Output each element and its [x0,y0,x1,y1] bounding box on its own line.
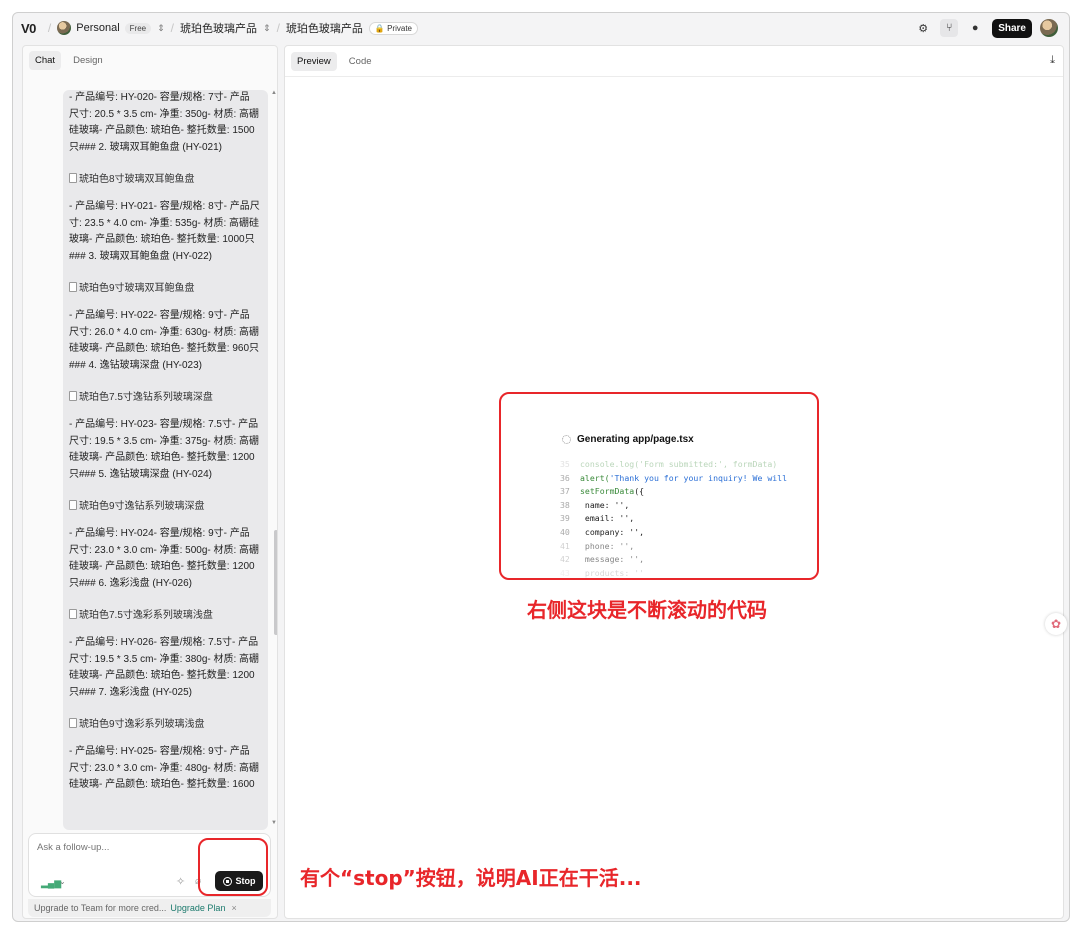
tab-design[interactable]: Design [67,51,109,70]
message-line: 只### 2. 玻璃双耳鲍鱼盘 (HY-021) [69,141,223,153]
floating-helper-icon[interactable]: ✿ [1045,613,1067,635]
broken-image: 琥珀色7.5寸逸钻系列玻璃深盘 [69,388,262,403]
plan-badge: Free [124,22,152,34]
image-alt-text: 琥珀色7.5寸逸钻系列玻璃深盘 [79,392,213,403]
message-line: ### 3. 玻璃双耳鲍鱼盘 (HY-022) [69,250,213,262]
chat-scroll-area[interactable]: - 产品编号: HY-020- 容量/规格: 7寸- 产品 尺寸: 20.5 * … [23,90,277,830]
message-line: 尺寸: 19.5 * 3.5 cm- 净重: 375g- 材质: 高硼 [69,435,260,447]
gear-icon[interactable]: ⚙ [914,19,932,37]
annotation-stop-note: 有个“stop”按钮，说明AI正在干活... [300,866,642,890]
fork-icon[interactable]: ⑂ [940,19,959,37]
message-line: 尺寸: 20.5 * 3.5 cm- 净重: 350g- 材质: 高硼 [69,108,260,120]
right-tabs: Preview Code [285,46,1063,77]
message-paragraph: - 产品编号: HY-026- 容量/规格: 7.5寸- 产品 尺寸: 19.5 … [69,635,262,701]
message-line: ### 4. 逸钻玻璃深盘 (HY-023) [69,359,203,371]
project-name: 琥珀色玻璃产品 [180,23,258,35]
upgrade-plan-link[interactable]: Upgrade Plan [170,903,225,913]
download-icon[interactable]: ⤓ [1050,54,1055,67]
image-alt-text: 琥珀色9寸逸彩系列玻璃浅盘 [79,719,205,730]
visibility-label: Private [387,23,412,33]
message-line: 只### 6. 逸彩浅盘 (HY-026) [69,577,193,589]
scrollbar-thumb[interactable] [274,530,277,635]
broken-image: 琥珀色8寸玻璃双耳鲍鱼盘 [69,170,262,185]
project-switcher[interactable]: 琥珀色玻璃产品 ⇕ [180,20,271,36]
share-button[interactable]: Share [992,18,1032,38]
image-alt-text: 琥珀色9寸逸钻系列玻璃深盘 [79,501,205,512]
chat-title[interactable]: 琥珀色玻璃产品 [286,20,363,36]
close-icon[interactable]: × [231,903,236,913]
message-line: 硅玻璃- 产品颜色: 琥珀色- 整托数量: 1200 [69,452,255,463]
broken-image-icon [69,390,77,401]
broken-image: 琥珀色9寸逸彩系列玻璃浅盘 [69,715,262,730]
image-alt-text: 琥珀色9寸玻璃双耳鲍鱼盘 [79,283,195,294]
v0-logo[interactable]: V0 [21,21,36,36]
broken-image-icon [69,608,77,619]
message-paragraph: - 产品编号: HY-021- 容量/规格: 8寸- 产品尺 寸: 23.5 * … [69,199,262,265]
message-line: 尺寸: 19.5 * 3.5 cm- 净重: 380g- 材质: 高硼 [69,653,260,665]
sparkle-icon[interactable]: ✧ [176,875,185,888]
message-line: 只### 7. 逸彩浅盘 (HY-025) [69,686,193,698]
message-line: 尺寸: 23.0 * 3.0 cm- 净重: 500g- 材质: 高硼 [69,544,260,556]
tab-code[interactable]: Code [343,52,378,71]
workspace-name: Personal [76,22,120,34]
message-line: 硅玻璃- 产品颜色: 琥珀色- 整托数量: 1500 [69,125,255,136]
message-line: 尺寸: 26.0 * 4.0 cm- 净重: 630g- 材质: 高硼 [69,326,260,338]
message-line: - 产品编号: HY-021- 容量/规格: 8寸- 产品尺 [69,201,260,212]
chevron-updown-icon: ⇕ [263,22,271,33]
image-alt-text: 琥珀色7.5寸逸彩系列玻璃浅盘 [79,610,213,621]
visibility-badge[interactable]: 🔒 Private [368,21,418,35]
message-paragraph: - 产品编号: HY-025- 容量/规格: 9寸- 产品 尺寸: 23.0 * … [69,744,262,794]
message-line: - 产品编号: HY-020- 容量/规格: 7寸- 产品 [69,92,250,103]
separator: / [170,21,175,35]
broken-image-icon [69,717,77,728]
message-line: 尺寸: 23.0 * 3.0 cm- 净重: 480g- 材质: 高硼 [69,762,260,774]
annotation-box-stop [198,838,268,896]
separator: / [47,21,52,35]
separator: / [276,21,280,35]
assistant-message: - 产品编号: HY-020- 容量/规格: 7寸- 产品 尺寸: 20.5 * … [63,90,268,830]
workspace-switcher[interactable]: Personal Free ⇕ [57,21,165,35]
annotation-box-code [499,392,819,580]
message-paragraph: - 产品编号: HY-022- 容量/规格: 9寸- 产品 尺寸: 26.0 * … [69,308,262,374]
message-line: 寸: 23.5 * 4.0 cm- 净重: 535g- 材质: 高硼硅 [69,217,260,229]
topbar-actions: ⚙ ⑂ ● Share [914,18,1063,38]
user-avatar[interactable] [1040,19,1058,37]
broken-image-icon [69,281,77,292]
message-line: 硅玻璃- 产品颜色: 琥珀色- 整托数量: 1600 [69,779,255,790]
message-line: 硅玻璃- 产品颜色: 琥珀色- 整托数量: 1200 [69,670,255,681]
message-line: 只### 5. 逸钻玻璃深盘 (HY-024) [69,468,213,480]
annotation-code-note: 右侧这块是不断滚动的代码 [527,598,767,622]
avatar [57,21,72,35]
broken-image: 琥珀色9寸逸钻系列玻璃深盘 [69,497,262,512]
message-line: - 产品编号: HY-024- 容量/规格: 9寸- 产品 [69,528,250,539]
message-line: - 产品编号: HY-025- 容量/规格: 9寸- 产品 [69,746,250,757]
message-paragraph: - 产品编号: HY-020- 容量/规格: 7寸- 产品 尺寸: 20.5 * … [69,90,262,156]
upgrade-banner: Upgrade to Team for more cred... Upgrade… [28,899,271,917]
chevron-updown-icon: ⇕ [157,22,165,33]
broken-image-icon [69,499,77,510]
chat-panel: Chat Design - 产品编号: HY-020- 容量/规格: 7寸- 产… [22,45,278,919]
left-tabs: Chat Design [23,46,277,74]
message-line: - 产品编号: HY-022- 容量/规格: 9寸- 产品 [69,310,250,321]
upgrade-text: Upgrade to Team for more cred... [34,903,167,913]
github-icon[interactable]: ● [966,19,984,37]
top-bar: V0 / Personal Free ⇕ / 琥珀色玻璃产品 ⇕ / 琥珀色玻璃… [13,13,1069,43]
broken-image: 琥珀色9寸玻璃双耳鲍鱼盘 [69,279,262,294]
message-line: - 产品编号: HY-023- 容量/规格: 7.5寸- 产品 [69,419,259,430]
message-line: 硅玻璃- 产品颜色: 琥珀色- 整托数量: 960只 [69,343,260,354]
message-line: 玻璃- 产品颜色: 琥珀色- 整托数量: 1000只 [69,234,255,245]
broken-image-icon [69,172,77,183]
scroll-up-arrow[interactable]: ▲ [271,90,277,96]
tab-chat[interactable]: Chat [29,50,62,70]
message-paragraph: - 产品编号: HY-023- 容量/规格: 7.5寸- 产品 尺寸: 19.5 … [69,417,262,483]
message-line: 硅玻璃- 产品颜色: 琥珀色- 整托数量: 1200 [69,561,255,572]
broken-image: 琥珀色7.5寸逸彩系列玻璃浅盘 [69,606,262,621]
tab-preview[interactable]: Preview [291,51,337,71]
image-alt-text: 琥珀色8寸玻璃双耳鲍鱼盘 [79,174,195,185]
message-paragraph: - 产品编号: HY-024- 容量/规格: 9寸- 产品 尺寸: 23.0 * … [69,526,262,592]
scroll-down-arrow[interactable]: ▼ [271,820,277,826]
message-line: - 产品编号: HY-026- 容量/规格: 7.5寸- 产品 [69,637,259,648]
chevron-down-icon[interactable]: ⌄ [59,877,66,886]
